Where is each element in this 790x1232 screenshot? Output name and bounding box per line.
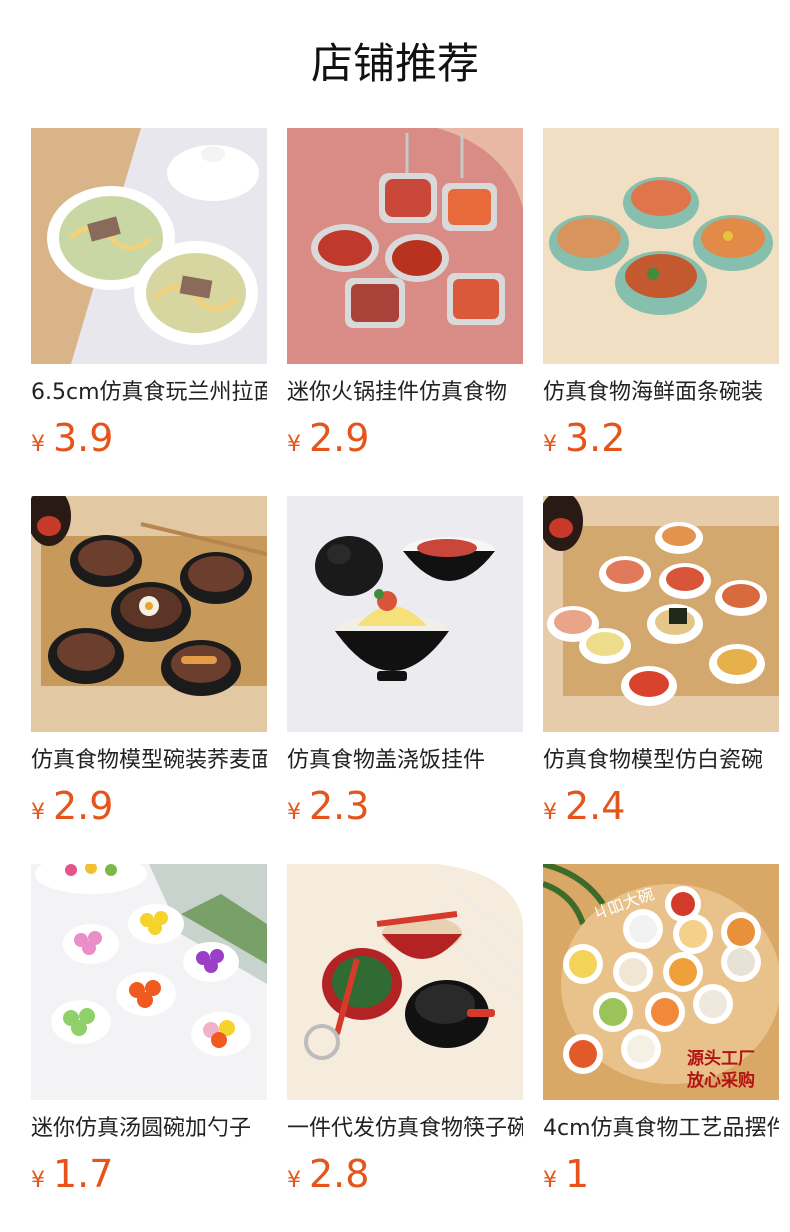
currency-symbol: ¥ [543, 800, 557, 825]
product-image[interactable] [287, 496, 523, 732]
product-name[interactable]: 仿真食物盖浇饭挂件 [287, 744, 523, 778]
svg-text:放心采购: 放心采购 [686, 1070, 755, 1091]
price-value: 3.9 [53, 416, 114, 460]
product-image[interactable] [287, 864, 523, 1100]
page-title: 店铺推荐 [310, 39, 479, 88]
currency-symbol: ¥ [287, 432, 301, 457]
product-price: ¥ 1.7 [31, 1152, 267, 1196]
product-price: ¥ 2.3 [287, 784, 523, 828]
product-name[interactable]: 迷你火锅挂件仿真食物 [287, 376, 523, 410]
product-image[interactable]: ㄐ吅大碗 源头工厂 放心采购 [543, 864, 779, 1100]
product-price: ¥ 2.9 [287, 416, 523, 460]
white-porcelain-bowls-image [543, 496, 779, 732]
product-name[interactable]: 迷你仿真汤圆碗加勺子 [31, 1112, 267, 1146]
product-price: ¥ 3.2 [543, 416, 779, 460]
rice-bowl-pendant-image [287, 496, 523, 732]
product-card[interactable]: 6.5cm仿真食玩兰州拉面 ¥ 3.9 [31, 128, 267, 496]
product-card[interactable]: 仿真食物盖浇饭挂件 ¥ 2.3 [287, 496, 523, 864]
product-price: ¥ 2.4 [543, 784, 779, 828]
currency-symbol: ¥ [287, 800, 301, 825]
currency-symbol: ¥ [543, 1168, 557, 1193]
currency-symbol: ¥ [543, 432, 557, 457]
product-card[interactable]: 仿真食物海鲜面条碗装 ¥ 3.2 [543, 128, 779, 496]
dessert-bowls-tray-image: ㄐ吅大碗 源头工厂 放心采购 [543, 864, 779, 1100]
promo-overlay-text: 源头工厂 [687, 1048, 755, 1069]
product-name[interactable]: 6.5cm仿真食玩兰州拉面 [31, 376, 267, 410]
price-value: 2.9 [53, 784, 114, 828]
price-value: 2.4 [565, 784, 626, 828]
product-name[interactable]: 仿真食物模型碗装荞麦面 [31, 744, 267, 778]
price-value: 1.7 [53, 1152, 114, 1196]
currency-symbol: ¥ [31, 800, 45, 825]
product-name[interactable]: 仿真食物模型仿白瓷碗 [543, 744, 779, 778]
tangyuan-bowls-image [31, 864, 267, 1100]
product-image[interactable] [543, 496, 779, 732]
product-grid: 6.5cm仿真食玩兰州拉面 ¥ 3.9 迷你火锅挂件仿真食物 ¥ 2.9 仿真食… [31, 128, 779, 1232]
product-name[interactable]: 4cm仿真食物工艺品摆件 [543, 1112, 779, 1146]
product-image[interactable] [287, 128, 523, 364]
product-price: ¥ 2.8 [287, 1152, 523, 1196]
product-image[interactable] [31, 864, 267, 1100]
product-name[interactable]: 一件代发仿真食物筷子碗 [287, 1112, 523, 1146]
product-price: ¥ 3.9 [31, 416, 267, 460]
product-price: ¥ 2.9 [31, 784, 267, 828]
product-name[interactable]: 仿真食物海鲜面条碗装 [543, 376, 779, 410]
product-card[interactable]: 迷你火锅挂件仿真食物 ¥ 2.9 [287, 128, 523, 496]
chopstick-noodle-keychain-image [287, 864, 523, 1100]
price-value: 2.8 [309, 1152, 370, 1196]
mini-hotpot-keychain-image [287, 128, 523, 364]
product-card[interactable]: 一件代发仿真食物筷子碗 ¥ 2.8 [287, 864, 523, 1232]
currency-symbol: ¥ [287, 1168, 301, 1193]
seafood-noodle-bowls-image [543, 128, 779, 364]
product-image[interactable] [31, 128, 267, 364]
price-value: 2.9 [309, 416, 370, 460]
price-value: 1 [565, 1152, 590, 1196]
product-card[interactable]: 迷你仿真汤圆碗加勺子 ¥ 1.7 [31, 864, 267, 1232]
product-card[interactable]: 仿真食物模型仿白瓷碗 ¥ 2.4 [543, 496, 779, 864]
soba-bowls-image [31, 496, 267, 732]
currency-symbol: ¥ [31, 1168, 45, 1193]
product-card[interactable]: 仿真食物模型碗装荞麦面 ¥ 2.9 [31, 496, 267, 864]
price-value: 3.2 [565, 416, 626, 460]
price-value: 2.3 [309, 784, 370, 828]
product-image[interactable] [543, 128, 779, 364]
product-card[interactable]: ㄐ吅大碗 源头工厂 放心采购 4cm仿真食物工艺品摆件 ¥ 1 [543, 864, 779, 1232]
currency-symbol: ¥ [31, 432, 45, 457]
lanzhou-noodle-bowls-image [31, 128, 267, 364]
product-price: ¥ 1 [543, 1152, 779, 1196]
product-image[interactable] [31, 496, 267, 732]
